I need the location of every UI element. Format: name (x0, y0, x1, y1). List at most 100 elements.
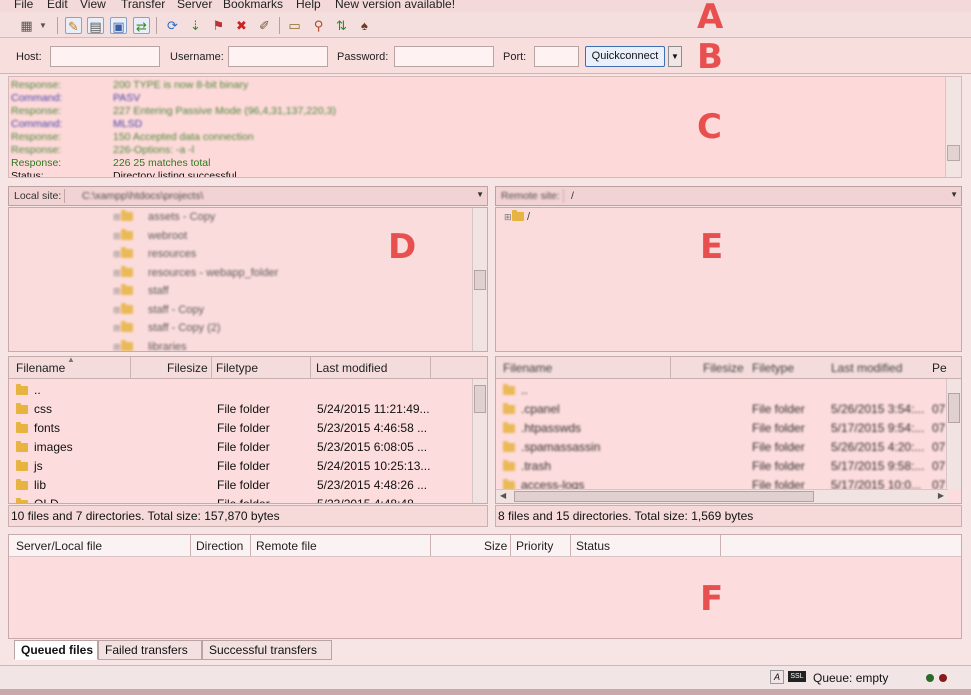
local-file-row[interactable]: css File folder 5/24/2015 11:21:49... (9, 400, 487, 419)
remote-file-row[interactable]: .spamassassin File folder 5/26/2015 4:20:.… (496, 438, 961, 457)
col-filename[interactable]: Filename (503, 361, 552, 375)
col-filesize[interactable]: Filesize (703, 361, 744, 375)
remote-file-row[interactable]: .. (496, 381, 961, 400)
expand-icon[interactable]: ⊞ (113, 231, 121, 242)
local-file-row[interactable]: .. (9, 381, 487, 400)
expand-icon[interactable]: ⊞ (113, 342, 121, 352)
expand-icon[interactable]: ⊞ (504, 212, 512, 223)
expand-icon[interactable]: ⊞ (113, 286, 121, 297)
col-status[interactable]: Status (576, 539, 610, 553)
log-line: Command: PASV (11, 92, 941, 105)
tab-successful-transfers[interactable]: Successful transfers (202, 640, 332, 660)
disconnect-icon[interactable]: ✖ (233, 17, 250, 34)
scroll-right-icon[interactable]: ▶ (938, 491, 944, 500)
chevron-down-icon[interactable]: ▼ (950, 190, 958, 199)
toggle-queue-icon[interactable]: ⇄ (133, 17, 150, 34)
quickconnect-button[interactable]: Quickconnect (585, 46, 665, 67)
expand-icon[interactable]: ⊞ (113, 305, 121, 316)
username-input[interactable] (228, 46, 328, 67)
local-file-row[interactable]: images File folder 5/23/2015 6:08:05 ... (9, 438, 487, 457)
log-message: 200 TYPE is now 8-bit binary (113, 79, 249, 91)
port-input[interactable] (534, 46, 579, 67)
local-tree-scrollbar[interactable] (472, 208, 487, 351)
sync-browsing-icon[interactable]: ⚲ (310, 17, 327, 34)
local-file-row[interactable]: js File folder 5/24/2015 10:25:13... (9, 457, 487, 476)
col-filesize[interactable]: Filesize (167, 361, 208, 375)
speed-limit-icon[interactable]: A (770, 670, 784, 684)
local-tree-node[interactable]: ⊞ resources (113, 247, 196, 260)
menu-view[interactable]: View (80, 0, 106, 11)
local-tree-node[interactable]: ⊞ libraries (113, 339, 187, 352)
local-file-row[interactable]: OLD File folder 5/23/2015 4:48:48 ... (9, 495, 487, 503)
local-tree-scrollbar-thumb[interactable] (474, 270, 486, 290)
menu-transfer[interactable]: Transfer (121, 0, 165, 11)
remote-file-row[interactable]: .htpasswds File folder 5/17/2015 9:54:... 0… (496, 419, 961, 438)
quickconnect-dropdown-button[interactable]: ▼ (668, 46, 682, 67)
remote-file-scrollbar-thumb[interactable] (948, 393, 960, 423)
reconnect-icon[interactable]: ✐ (256, 17, 273, 34)
col-last-modified[interactable]: Last modified (316, 361, 387, 375)
local-tree-node[interactable]: ⊞ resources - webapp_folder (113, 265, 278, 279)
menu-edit[interactable]: Edit (47, 0, 68, 11)
col-permissions[interactable]: Pe (932, 361, 947, 375)
col-filetype[interactable]: Filetype (752, 361, 794, 375)
tab-failed-transfers[interactable]: Failed transfers (98, 640, 202, 660)
compare-icon[interactable]: ⇅ (333, 17, 350, 34)
remote-file-hscrollbar[interactable]: ◀ ▶ (496, 489, 948, 503)
local-tree-node[interactable]: ⊞ assets - Copy (113, 210, 215, 223)
search-icon[interactable]: ♠ (356, 17, 373, 34)
col-remote-file[interactable]: Remote file (256, 539, 317, 553)
local-file-scrollbar-thumb[interactable] (474, 385, 486, 413)
log-scrollbar[interactable] (945, 77, 961, 177)
site-manager-icon[interactable]: ▦ (18, 17, 35, 34)
remote-file-row[interactable]: .trash File folder 5/17/2015 9:58:... 07 (496, 457, 961, 476)
col-filename[interactable]: Filename (16, 361, 65, 375)
menu-new-version[interactable]: New version available! (335, 0, 455, 11)
col-direction[interactable]: Direction (196, 539, 243, 553)
refresh-icon[interactable]: ⟳ (164, 17, 181, 34)
toggle-remote-tree-icon[interactable]: ▣ (110, 17, 127, 34)
chevron-down-icon[interactable]: ▼ (476, 190, 484, 199)
local-tree-node[interactable]: ⊞ staff - Copy (2) (113, 321, 221, 334)
process-queue-icon[interactable]: ⇣ (187, 17, 204, 34)
menu-bar: File Edit View Transfer Server Bookmarks… (0, 0, 971, 12)
cancel-icon[interactable]: ⚑ (210, 17, 227, 34)
menu-server[interactable]: Server (177, 0, 212, 11)
scroll-left-icon[interactable]: ◀ (500, 491, 506, 500)
menu-bookmarks[interactable]: Bookmarks (223, 0, 283, 11)
col-filetype[interactable]: Filetype (216, 361, 258, 375)
col-last-modified[interactable]: Last modified (831, 361, 902, 375)
tab-queued-files[interactable]: Queued files (14, 640, 98, 660)
menu-file[interactable]: File (14, 0, 33, 11)
expand-icon[interactable]: ⊞ (113, 323, 121, 334)
col-priority[interactable]: Priority (516, 539, 553, 553)
file-permissions: 07 (932, 440, 946, 454)
remote-file-row[interactable]: .cpanel File folder 5/26/2015 3:54:... 07 (496, 400, 961, 419)
remote-site-path[interactable]: / (571, 190, 574, 202)
local-file-row[interactable]: lib File folder 5/23/2015 4:48:26 ... (9, 476, 487, 495)
local-tree-node[interactable]: ⊞ staff - Copy (113, 302, 204, 316)
local-site-path[interactable]: C:\xampp\htdocs\projects\ (82, 190, 203, 202)
remote-file-scrollbar[interactable] (946, 379, 961, 489)
expand-icon[interactable]: ⊞ (113, 268, 121, 279)
encryption-icon[interactable]: SSL (788, 671, 806, 682)
menu-help[interactable]: Help (296, 0, 321, 11)
dropdown-icon[interactable]: ▼ (38, 17, 48, 34)
expand-icon[interactable]: ⊞ (113, 212, 121, 223)
expand-icon[interactable]: ⊞ (113, 249, 121, 260)
remote-file-hscrollbar-thumb[interactable] (514, 491, 814, 502)
password-input[interactable] (394, 46, 494, 67)
toggle-log-icon[interactable]: ✎ (65, 17, 82, 34)
local-tree-node[interactable]: ⊞ staff (113, 284, 169, 297)
host-input[interactable] (50, 46, 160, 67)
local-file-row[interactable]: fonts File folder 5/23/2015 4:46:58 ... (9, 419, 487, 438)
remote-tree-root[interactable]: ⊞ / (504, 210, 530, 223)
directory-listing-filter-icon[interactable]: ▭ (286, 17, 303, 34)
col-size[interactable]: Size (484, 539, 507, 553)
local-tree-node[interactable]: ⊞ webroot (113, 228, 187, 242)
col-server-local-file[interactable]: Server/Local file (16, 539, 102, 553)
log-scrollbar-thumb[interactable] (947, 145, 960, 161)
folder-icon (121, 228, 133, 240)
toggle-tree-icon[interactable]: ▤ (87, 17, 104, 34)
local-file-scrollbar[interactable] (472, 379, 487, 503)
